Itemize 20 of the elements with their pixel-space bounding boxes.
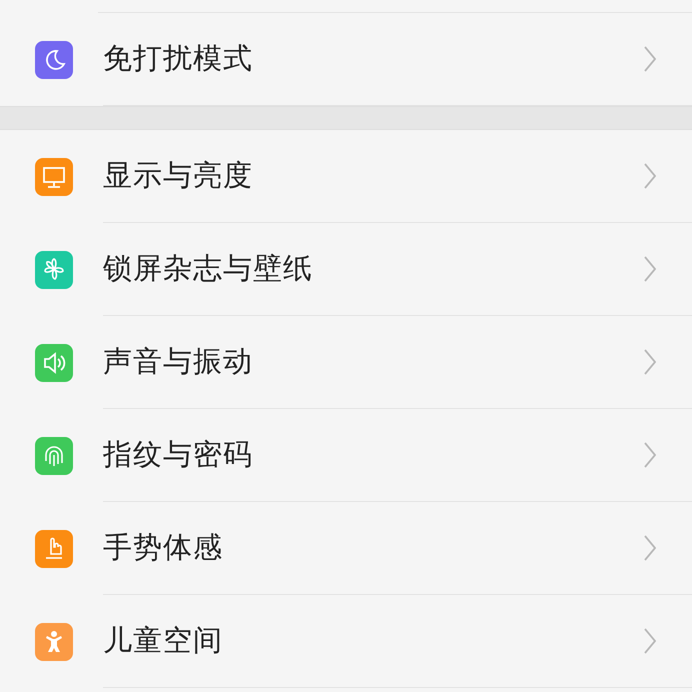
item-label: 指纹与密码 xyxy=(103,436,254,474)
chevron-icon xyxy=(644,442,656,468)
settings-item[interactable]: 显示与亮度 xyxy=(0,130,692,223)
item-label: 声音与振动 xyxy=(103,343,254,380)
item-label: 手势体感 xyxy=(103,529,224,566)
item-label: 显示与亮度 xyxy=(103,157,254,194)
item-label: 免打扰模式 xyxy=(103,40,254,78)
settings-item[interactable]: 指纹与密码 xyxy=(0,409,692,502)
item-label: 儿童空间 xyxy=(103,622,224,660)
item-label: 锁屏杂志与壁纸 xyxy=(103,250,314,288)
settings-item[interactable]: 手势体感 xyxy=(0,502,692,595)
settings-item[interactable]: 声音与振动 xyxy=(0,316,692,409)
chevron-icon xyxy=(644,628,656,654)
chevron-icon xyxy=(644,163,656,189)
chevron-icon xyxy=(644,535,656,561)
chevron-icon xyxy=(644,256,656,282)
chevron-icon xyxy=(644,46,656,72)
settings-item[interactable]: 儿童空间 xyxy=(0,595,692,688)
settings-item[interactable]: 锁屏杂志与壁纸 xyxy=(0,223,692,316)
chevron-icon xyxy=(644,349,656,375)
